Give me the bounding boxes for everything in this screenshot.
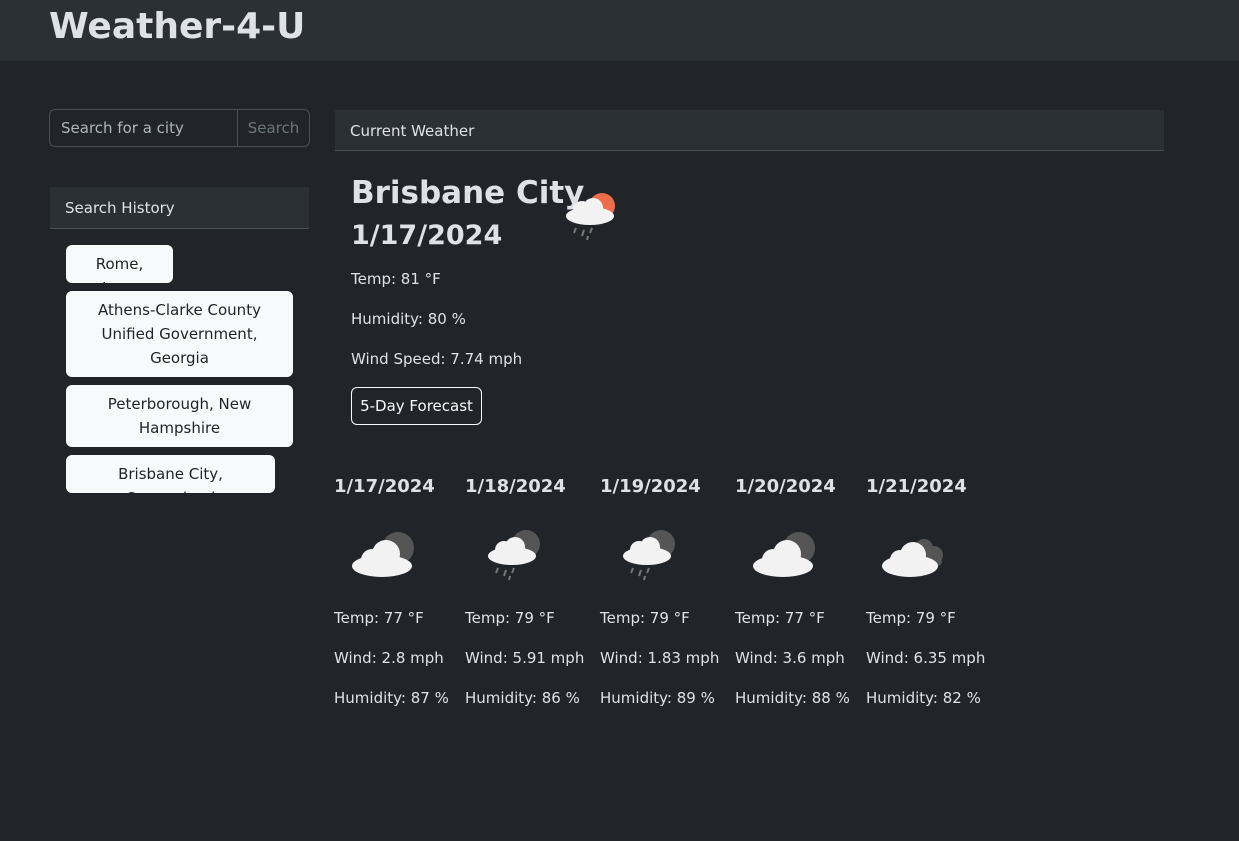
current-city: Brisbane City — [351, 175, 585, 211]
forecast-temp: Temp: 79 °F — [866, 609, 956, 627]
forecast-humidity: Humidity: 88 % — [735, 689, 850, 707]
current-wind: Wind Speed: 7.74 mph — [351, 350, 523, 368]
forecast-wind: Wind: 6.35 mph — [866, 649, 986, 667]
search-form: Search — [49, 109, 310, 147]
moon-cloud-icon — [352, 532, 414, 577]
forecast-wind: Wind: 5.91 mph — [465, 649, 585, 667]
search-history-title: Search History — [65, 199, 175, 217]
forecast-wind: Wind: 3.6 mph — [735, 649, 845, 667]
forecast-date: 1/19/2024 — [600, 476, 701, 497]
forecast-humidity: Humidity: 82 % — [866, 689, 981, 707]
forecast-humidity: Humidity: 89 % — [600, 689, 715, 707]
forecast-temp: Temp: 79 °F — [600, 609, 690, 627]
navbar: Weather-4-U — [0, 0, 1239, 61]
forecast-date: 1/18/2024 — [465, 476, 566, 497]
search-history-header: Search History — [50, 187, 309, 229]
broken-clouds-icon — [882, 539, 943, 577]
forecast-date: 1/20/2024 — [735, 476, 836, 497]
five-day-forecast-button[interactable]: 5-Day Forecast — [351, 387, 482, 425]
search-input[interactable] — [49, 109, 237, 147]
forecast-humidity: Humidity: 86 % — [465, 689, 580, 707]
current-humidity: Humidity: 80 % — [351, 310, 466, 328]
moon-cloud-icon — [753, 532, 815, 577]
forecast-temp: Temp: 79 °F — [465, 609, 555, 627]
search-button[interactable]: Search — [237, 109, 310, 147]
forecast-date: 1/17/2024 — [334, 476, 435, 497]
forecast-temp: Temp: 77 °F — [334, 609, 424, 627]
moon-cloud-rain-icon — [488, 530, 540, 581]
current-weather-header: Current Weather — [335, 110, 1164, 151]
history-item-brisbane[interactable]: Brisbane City, Queensland — [66, 455, 275, 507]
sun-cloud-rain-icon — [566, 193, 615, 241]
moon-cloud-rain-icon — [623, 530, 675, 581]
history-item-peterborough[interactable]: Peterborough, New Hampshire — [66, 385, 293, 447]
forecast-wind: Wind: 1.83 mph — [600, 649, 720, 667]
current-weather-title: Current Weather — [350, 122, 475, 140]
forecast-wind: Wind: 2.8 mph — [334, 649, 444, 667]
forecast-temp: Temp: 77 °F — [735, 609, 825, 627]
forecast-humidity: Humidity: 87 % — [334, 689, 449, 707]
forecast-date: 1/21/2024 — [866, 476, 967, 497]
current-date: 1/17/2024 — [351, 220, 503, 251]
current-temp: Temp: 81 °F — [351, 270, 441, 288]
history-item-athens[interactable]: Athens-Clarke County Unified Government,… — [66, 291, 293, 377]
history-item-rome[interactable]: Rome, Iowa — [66, 245, 173, 297]
app-title[interactable]: Weather-4-U — [49, 6, 305, 47]
